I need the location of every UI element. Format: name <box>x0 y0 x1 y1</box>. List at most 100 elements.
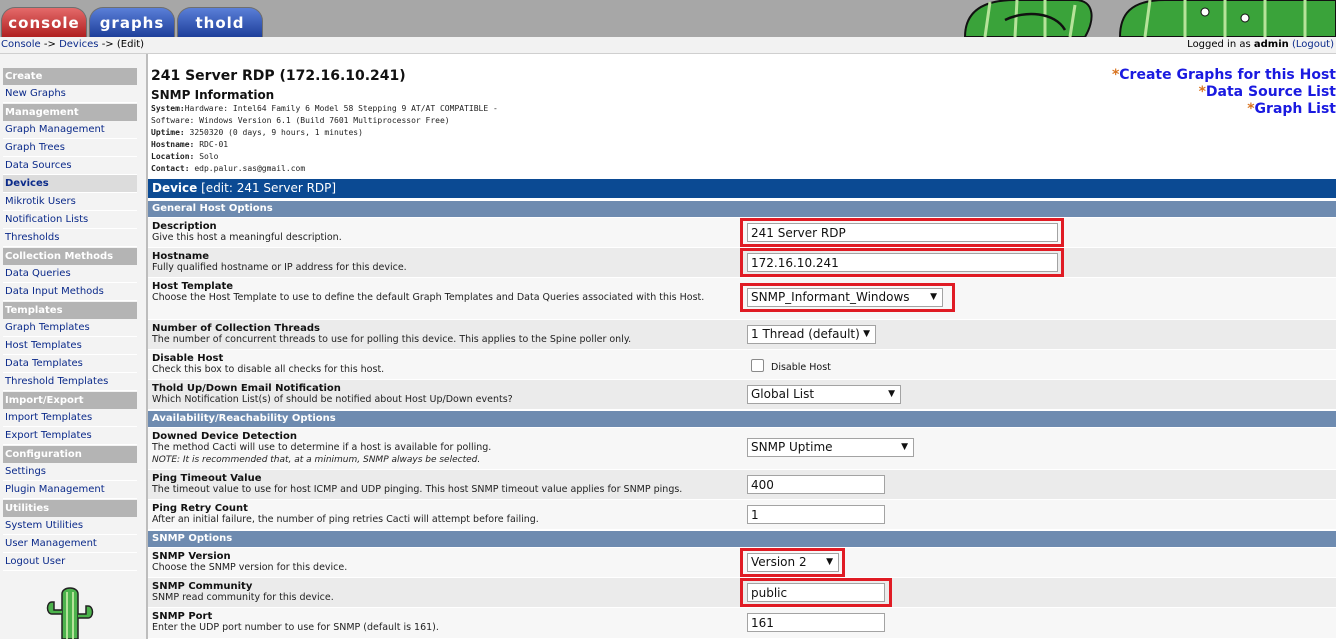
snmp-version-row: SNMP Version Choose the SNMP version for… <box>148 548 1336 578</box>
breadcrumb-separator: -> <box>43 39 56 50</box>
star-marker: * <box>1198 84 1206 100</box>
form-header-subtitle: [edit: 241 Server RDP] <box>201 181 337 195</box>
section-general-host-options: General Host Options <box>148 201 1336 217</box>
sidebar-item-export-templates[interactable]: Export Templates <box>3 427 137 445</box>
breadcrumb-devices-link[interactable]: Devices <box>59 39 98 50</box>
create-graphs-link[interactable]: *Create Graphs for this Host <box>1112 67 1336 84</box>
graph-list-link[interactable]: *Graph List <box>1112 101 1336 118</box>
snmp-hostname-label: Hostname: <box>151 140 195 149</box>
disable-host-help: Check this box to disable all checks for… <box>152 364 385 375</box>
thold-notification-row: Thold Up/Down Email Notification Which N… <box>148 380 1336 410</box>
snmp-info-title: SNMP Information <box>151 88 275 102</box>
downed-device-value: SNMP Uptime <box>751 440 833 454</box>
host-template-select[interactable]: SNMP_Informant_Windows ▼ <box>747 288 943 307</box>
sidebar-item-data-sources[interactable]: Data Sources <box>3 157 137 175</box>
disable-host-row: Disable Host Check this box to disable a… <box>148 350 1336 380</box>
login-username: admin <box>1253 39 1289 50</box>
snmp-community-row: SNMP Community SNMP read community for t… <box>148 578 1336 608</box>
sidebar-item-host-templates[interactable]: Host Templates <box>3 337 137 355</box>
sidebar-heading-configuration: Configuration <box>3 446 137 463</box>
form-header-title: Device <box>152 181 198 195</box>
downed-device-select[interactable]: SNMP Uptime ▼ <box>747 438 914 457</box>
snmp-community-input[interactable]: public <box>747 583 885 602</box>
sidebar-item-user-management[interactable]: User Management <box>3 535 137 553</box>
login-status: Logged in as admin (Logout) <box>1187 37 1334 53</box>
sidebar-item-system-utilities[interactable]: System Utilities <box>3 517 137 535</box>
snmp-location-label: Location: <box>151 152 195 161</box>
description-input[interactable]: 241 Server RDP <box>747 223 1058 242</box>
thold-notification-help: Which Notification List(s) of should be … <box>152 394 513 405</box>
sidebar-item-devices[interactable]: Devices <box>3 175 137 193</box>
sidebar-item-logout-user[interactable]: Logout User <box>3 553 137 571</box>
sidebar-heading-templates: Templates <box>3 302 137 319</box>
hostname-input[interactable]: 172.16.10.241 <box>747 253 1058 272</box>
sidebar-item-data-templates[interactable]: Data Templates <box>3 355 137 373</box>
sidebar-item-threshold-templates[interactable]: Threshold Templates <box>3 373 137 391</box>
snmp-system-label: System: <box>151 104 185 113</box>
threads-select[interactable]: 1 Thread (default) ▼ <box>747 325 876 344</box>
host-template-value: SNMP_Informant_Windows <box>751 290 910 304</box>
snmp-version-help: Choose the SNMP version for this device. <box>152 562 348 573</box>
chevron-down-icon: ▼ <box>901 442 908 452</box>
threads-title: Number of Collection Threads <box>152 323 320 334</box>
snmp-uptime-value: 3250320 (0 days, 9 hours, 1 minutes) <box>189 128 363 137</box>
tab-console[interactable]: console <box>1 7 87 37</box>
host-template-title: Host Template <box>152 281 234 292</box>
main-content: 241 Server RDP (172.16.10.241) SNMP Info… <box>148 54 1336 639</box>
snmp-community-title: SNMP Community <box>152 581 253 592</box>
graph-list-label: Graph List <box>1254 101 1336 117</box>
snmp-contact-value: edp.palur.sas@gmail.com <box>194 164 306 173</box>
breadcrumb-separator: -> <box>101 39 114 50</box>
sidebar-item-data-queries[interactable]: Data Queries <box>3 265 137 283</box>
ping-timeout-title: Ping Timeout Value <box>152 473 262 484</box>
ping-retry-input[interactable]: 1 <box>747 505 885 524</box>
tab-thold[interactable]: thold <box>177 7 263 37</box>
breadcrumb-console-link[interactable]: Console <box>1 39 41 50</box>
tab-graphs[interactable]: graphs <box>89 7 175 37</box>
sidebar-item-mikrotik-users[interactable]: Mikrotik Users <box>3 193 137 211</box>
snmp-contact-line: Contact: edp.palur.sas@gmail.com <box>151 164 305 173</box>
snmp-uptime-line: Uptime: 3250320 (0 days, 9 hours, 1 minu… <box>151 128 363 137</box>
page-title: 241 Server RDP (172.16.10.241) <box>151 68 406 84</box>
threads-value: 1 Thread (default) <box>751 327 860 341</box>
sidebar-item-thresholds[interactable]: Thresholds <box>3 229 137 247</box>
downed-device-row: Downed Device Detection The method Cacti… <box>148 428 1336 470</box>
form-header: Device [edit: 241 Server RDP] <box>148 179 1336 198</box>
downed-device-note: NOTE: It is recommended that, at a minim… <box>152 455 481 465</box>
snmp-uptime-label: Uptime: <box>151 128 185 137</box>
snmp-system-value: Hardware: Intel64 Family 6 Model 58 Step… <box>184 104 498 113</box>
sidebar-heading-import-export: Import/Export <box>3 392 137 409</box>
data-source-list-link[interactable]: *Data Source List <box>1112 84 1336 101</box>
snmp-community-help: SNMP read community for this device. <box>152 592 334 603</box>
downed-device-title: Downed Device Detection <box>152 431 297 442</box>
thold-notification-select[interactable]: Global List ▼ <box>747 385 901 404</box>
ping-timeout-row: Ping Timeout Value The timeout value to … <box>148 470 1336 500</box>
logout-link[interactable]: (Logout) <box>1292 39 1334 50</box>
sidebar-item-graph-trees[interactable]: Graph Trees <box>3 139 137 157</box>
hostname-title: Hostname <box>152 251 210 262</box>
snmp-port-input[interactable]: 161 <box>747 613 885 632</box>
section-snmp-options: SNMP Options <box>148 531 1336 547</box>
snmp-system-line: System:Hardware: Intel64 Family 6 Model … <box>151 104 498 113</box>
disable-host-title: Disable Host <box>152 353 224 364</box>
sidebar-item-graph-management[interactable]: Graph Management <box>3 121 137 139</box>
snmp-version-select[interactable]: Version 2 ▼ <box>747 553 839 572</box>
sidebar: Create New Graphs Management Graph Manag… <box>0 54 148 639</box>
sidebar-item-settings[interactable]: Settings <box>3 463 137 481</box>
disable-host-checkbox[interactable] <box>751 359 764 372</box>
sidebar-item-graph-templates[interactable]: Graph Templates <box>3 319 137 337</box>
cactus-logo-icon <box>46 587 94 639</box>
cactus-banner-icon <box>963 0 1336 37</box>
breadcrumb-current: (Edit) <box>116 39 145 50</box>
sidebar-item-new-graphs[interactable]: New Graphs <box>3 85 137 103</box>
thold-notification-value: Global List <box>751 387 815 401</box>
sidebar-item-data-input-methods[interactable]: Data Input Methods <box>3 283 137 301</box>
ping-timeout-input[interactable]: 400 <box>747 475 885 494</box>
snmp-contact-label: Contact: <box>151 164 190 173</box>
sidebar-item-notification-lists[interactable]: Notification Lists <box>3 211 137 229</box>
quick-links: *Create Graphs for this Host *Data Sourc… <box>1112 67 1336 118</box>
snmp-port-help: Enter the UDP port number to use for SNM… <box>152 622 439 633</box>
sidebar-item-plugin-management[interactable]: Plugin Management <box>3 481 137 499</box>
top-tab-bar: console graphs thold <box>0 0 1336 37</box>
sidebar-item-import-templates[interactable]: Import Templates <box>3 409 137 427</box>
